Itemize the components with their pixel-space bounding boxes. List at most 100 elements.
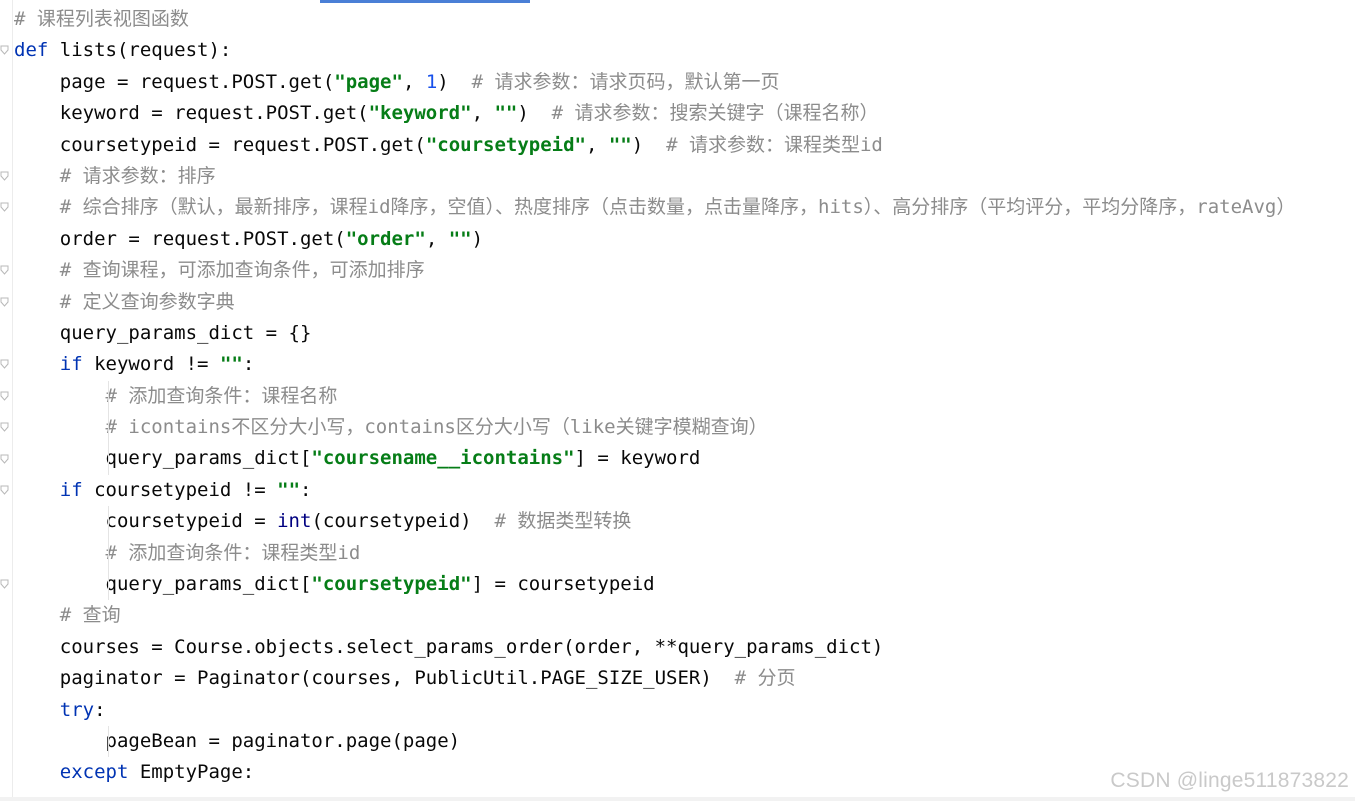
fold-marker-icon[interactable]: [0, 454, 9, 464]
token-text: :: [242, 353, 255, 376]
token-text: page = request.POST.get(: [14, 70, 335, 93]
indent-guide: [107, 725, 109, 758]
code-line[interactable]: def lists(request):: [14, 35, 1344, 66]
token-text: query_params_dict[: [14, 573, 312, 596]
code-line[interactable]: coursetypeid = request.POST.get("courset…: [14, 130, 1344, 161]
code-line[interactable]: if coursetypeid != "":: [14, 475, 1344, 506]
code-line[interactable]: courses = Course.objects.select_params_o…: [14, 632, 1344, 663]
token-cmt: # 查询: [59, 604, 121, 627]
indent-guide: [107, 412, 109, 444]
token-cmt: # 数据类型转换: [494, 510, 632, 533]
token-num: 1: [425, 70, 438, 93]
indent-guide: [107, 443, 109, 475]
indent-guide: [107, 569, 109, 601]
token-cmt: # 综合排序（默认，最新排序，课程id降序，空值）、热度排序（点击数量，点击量降…: [59, 196, 1296, 219]
token-str: "coursetypeid": [425, 133, 586, 156]
token-text: query_params_dict[: [14, 447, 312, 470]
code-line[interactable]: # 综合排序（默认，最新排序，课程id降序，空值）、热度排序（点击数量，点击量降…: [14, 192, 1344, 223]
code-line[interactable]: # 添加查询条件：课程名称: [14, 380, 1344, 413]
token-text: ,: [402, 70, 426, 93]
token-text: coursetypeid = request.POST.get(: [14, 133, 426, 156]
token-text: ,: [585, 133, 609, 156]
code-line[interactable]: query_params_dict["coursetypeid"] = cour…: [14, 569, 1344, 601]
code-editor[interactable]: # 课程列表视图函数 def lists(request): page = req…: [0, 0, 1355, 801]
token-cmt: # 定义查询参数字典: [59, 290, 235, 313]
token-text: keyword !=: [82, 353, 220, 376]
code-area[interactable]: # 课程列表视图函数 def lists(request): page = req…: [14, 4, 1344, 789]
token-kw: except: [59, 761, 129, 784]
fold-marker-icon[interactable]: [0, 265, 9, 275]
token-cmt: # 请求参数：课程类型id: [666, 133, 883, 156]
token-text: ] = keyword: [574, 447, 701, 470]
fold-marker-icon[interactable]: [0, 422, 9, 432]
indent-guide: [107, 506, 109, 538]
code-line[interactable]: pageBean = paginator.page(page): [14, 725, 1344, 758]
token-text: ,: [425, 227, 449, 250]
token-str: "order": [345, 227, 426, 250]
token-cmt: # 分页: [734, 667, 796, 690]
token-text: (coursetypeid): [311, 510, 495, 533]
fold-gutter: [0, 0, 13, 801]
bottom-scroll-track: [0, 797, 1355, 801]
token-str: "": [608, 133, 632, 156]
fold-marker-icon[interactable]: [0, 171, 9, 181]
code-line[interactable]: # 定义查询参数字典: [14, 287, 1344, 318]
token-kw: try: [59, 698, 95, 721]
code-line[interactable]: paginator = Paginator(courses, PublicUti…: [14, 663, 1344, 694]
code-line[interactable]: order = request.POST.get("order", ""): [14, 224, 1344, 255]
token-text: EmptyPage:: [128, 761, 255, 784]
code-line[interactable]: page = request.POST.get("page", 1) # 请求参…: [14, 67, 1344, 98]
fold-marker-icon[interactable]: [0, 485, 9, 495]
code-line[interactable]: # 请求参数：排序: [14, 161, 1344, 192]
token-text: query_params_dict = {}: [14, 321, 312, 344]
token-text: pageBean = paginator.page(page): [14, 729, 461, 752]
token-str: "keyword": [368, 102, 472, 125]
token-text: lists(request):: [48, 39, 232, 62]
code-line[interactable]: # 添加查询条件：课程类型id: [14, 537, 1344, 570]
fold-marker-icon[interactable]: [0, 297, 9, 307]
code-line[interactable]: # 查询: [14, 600, 1344, 631]
code-line[interactable]: # icontains不区分大小写，contains区分大小写（like关键字模…: [14, 412, 1344, 444]
token-str: "coursetypeid": [311, 573, 472, 596]
fold-marker-icon[interactable]: [0, 202, 9, 213]
token-text: ] = coursetypeid: [471, 573, 655, 596]
token-str: "": [448, 227, 472, 250]
indent-guide: [107, 380, 109, 413]
token-cmt: # 添加查询条件：课程类型id: [105, 541, 361, 564]
token-builtin: int: [277, 510, 312, 533]
token-str: "": [277, 478, 301, 501]
token-cmt: # 课程列表视图函数: [14, 8, 189, 30]
code-line[interactable]: # 查询课程，可添加查询条件，可添加排序: [14, 255, 1344, 286]
token-str: "": [219, 353, 243, 376]
code-line[interactable]: # 课程列表视图函数: [14, 4, 1344, 35]
code-line[interactable]: coursetypeid = int(coursetypeid) # 数据类型转…: [14, 506, 1344, 538]
token-kw: if: [59, 478, 83, 501]
indent-guide: [107, 537, 109, 570]
token-text: ): [631, 133, 667, 156]
fold-marker-icon[interactable]: [0, 45, 9, 56]
token-text: coursetypeid =: [14, 510, 278, 533]
code-line[interactable]: keyword = request.POST.get("keyword", ""…: [14, 98, 1344, 129]
fold-marker-icon[interactable]: [0, 391, 9, 401]
token-text: ): [437, 70, 472, 93]
token-text: courses = Course.objects.select_params_o…: [14, 635, 884, 658]
token-kw: if: [59, 353, 83, 376]
active-tab-indicator: [320, 0, 530, 3]
fold-marker-icon[interactable]: [0, 359, 9, 370]
code-line[interactable]: try:: [14, 695, 1344, 726]
code-line[interactable]: query_params_dict = {}: [14, 318, 1344, 349]
watermark: CSDN @linge511873822: [1110, 769, 1349, 792]
code-line[interactable]: if keyword != "":: [14, 349, 1344, 380]
fold-marker-icon[interactable]: [0, 579, 9, 589]
token-text: :: [94, 698, 106, 721]
token-str: "": [494, 102, 518, 125]
token-cmt: # 请求参数：排序: [59, 164, 216, 187]
code-line[interactable]: query_params_dict["coursename__icontains…: [14, 443, 1344, 475]
